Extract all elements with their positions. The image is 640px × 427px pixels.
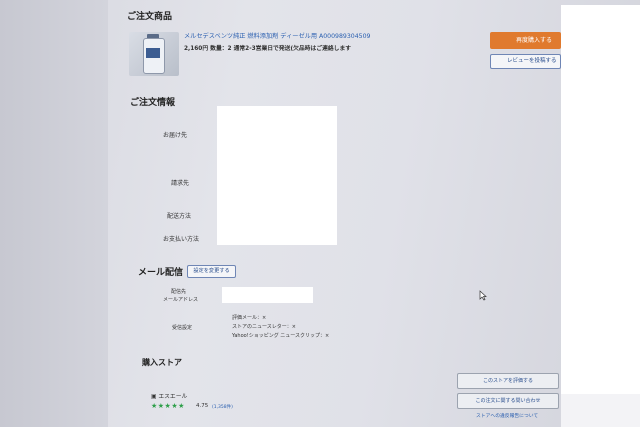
receive-setting-item: 評価メール：× <box>232 315 267 321</box>
mouse-cursor-icon <box>479 290 487 301</box>
contact-store-button[interactable]: この注文に関する問い合わせ <box>457 393 559 409</box>
bottle-label-shape <box>146 48 160 58</box>
screen-left-edge <box>0 0 108 427</box>
order-info-title: ご注文情報 <box>130 98 176 108</box>
order-items-title: ご注文商品 <box>127 12 173 22</box>
rate-store-button[interactable]: このストアを評価する <box>457 373 559 389</box>
redacted-right-area <box>561 5 640 394</box>
billing-address-label: 請求先 <box>171 180 190 187</box>
product-image[interactable] <box>129 32 179 76</box>
redacted-email <box>222 287 313 303</box>
mail-settings-title: メール配信 <box>138 268 184 278</box>
receive-setting-item: Yahoo!ショッピング ニュースクリップ：× <box>232 333 330 339</box>
email-address-label: メールアドレス <box>163 297 199 303</box>
change-mail-settings-button[interactable]: 設定を変更する <box>187 265 236 278</box>
write-review-button[interactable]: レビューを投稿する <box>490 54 561 69</box>
product-price-quantity: 2,160円 数量：2 通常2-3営業日で発送(欠品時はご連絡します <box>184 46 352 52</box>
store-icon: ▣ <box>151 394 157 400</box>
receive-setting-item: ストアのニュースレター：× <box>232 324 296 330</box>
rating-stars-icon: ★★★★★ <box>151 402 185 410</box>
shipping-method-label: 配送方法 <box>167 213 192 220</box>
store-name-text: エスエール <box>158 394 188 400</box>
delivery-address-label: お届け先 <box>163 132 188 139</box>
product-name-link[interactable]: メルセデスベンツ純正 燃料添加剤 ディーゼル用 A000989304509 <box>184 31 370 40</box>
rebuy-button[interactable]: 再度購入する <box>490 32 561 49</box>
screen-bottom-right-edge <box>561 394 640 427</box>
redacted-order-details <box>217 106 337 245</box>
receive-settings-label: 受信設定 <box>172 325 193 331</box>
store-review-count[interactable]: (1,358件) <box>212 404 233 410</box>
store-name[interactable]: ▣ エスエール <box>151 391 187 400</box>
store-rating-value: 4.75 <box>196 403 209 409</box>
report-store-link[interactable]: ストアへの違反報告について <box>476 412 538 419</box>
store-title: 購入ストア <box>142 358 182 367</box>
payment-method-label: お支払い方法 <box>163 236 200 243</box>
recipient-label: 配信先 <box>171 289 187 295</box>
